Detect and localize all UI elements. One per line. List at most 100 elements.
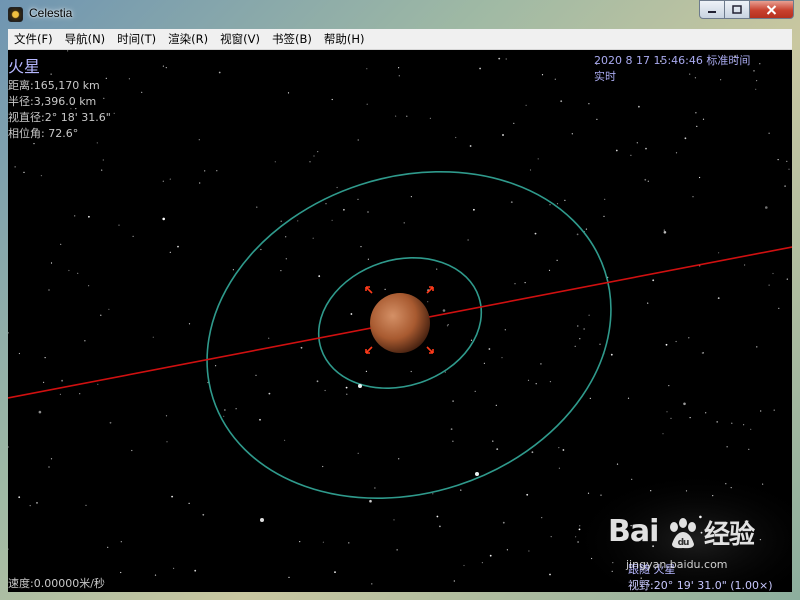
menu-help[interactable]: 帮助(H): [318, 29, 371, 49]
star: [165, 67, 167, 69]
star: [685, 490, 688, 492]
space-viewport[interactable]: 火星 距离:165,170 km 半径:3,396.0 km 视直径:2° 18…: [8, 50, 792, 592]
star: [788, 168, 790, 170]
svg-text:du: du: [678, 538, 689, 548]
star: [725, 483, 727, 485]
star: [450, 428, 453, 430]
star: [357, 452, 359, 454]
star: [74, 215, 76, 217]
star: [14, 166, 16, 168]
star: [525, 104, 527, 106]
star: [84, 340, 86, 342]
minimize-button[interactable]: [699, 0, 725, 19]
star: [460, 489, 462, 491]
star: [198, 139, 200, 141]
star: [636, 142, 638, 144]
star: [285, 258, 287, 260]
radius-text: 半径:3,396.0 km: [8, 95, 97, 108]
celestia-app-icon[interactable]: [8, 7, 23, 22]
star: [588, 103, 590, 105]
celestia-window: Celestia 文件(F) 导航(N) 时间(T) 渲染(R) 视窗(V) 书…: [0, 0, 800, 600]
star: [759, 63, 761, 65]
star: [699, 176, 701, 179]
star: [141, 91, 143, 93]
star: [432, 493, 434, 495]
star: [537, 158, 539, 160]
star: [331, 219, 333, 221]
star: [701, 352, 704, 354]
star: [712, 495, 714, 497]
star: [33, 143, 35, 145]
star: [285, 236, 287, 238]
star: [322, 465, 324, 468]
star: [786, 278, 788, 280]
star: [527, 379, 530, 381]
star: [447, 324, 449, 326]
menu-render[interactable]: 渲染(R): [162, 29, 214, 49]
star: [666, 411, 668, 413]
star: [540, 363, 542, 365]
star: [188, 502, 190, 504]
star: [260, 248, 262, 251]
distance-text: 距离:165,170 km: [8, 79, 100, 92]
star: [645, 147, 647, 150]
star: [374, 487, 376, 489]
star: [169, 251, 171, 253]
star: [384, 288, 386, 290]
star: [297, 220, 299, 222]
mars-planet[interactable]: [370, 293, 430, 353]
space-scene[interactable]: [8, 50, 792, 592]
star: [513, 122, 515, 124]
menu-bookmarks[interactable]: 书签(B): [266, 29, 318, 49]
star: [274, 161, 276, 163]
star: [427, 301, 429, 303]
menu-view[interactable]: 视窗(V): [214, 29, 266, 49]
menu-time[interactable]: 时间(T): [111, 29, 162, 49]
star: [730, 487, 732, 489]
star: [216, 170, 218, 172]
star: [498, 57, 501, 60]
star: [162, 217, 165, 221]
star: [50, 262, 53, 264]
star: [599, 343, 601, 345]
star: [188, 323, 191, 325]
menu-navigation[interactable]: 导航(N): [59, 29, 112, 49]
star: [748, 448, 750, 450]
menu-bar: 文件(F) 导航(N) 时间(T) 渲染(R) 视窗(V) 书签(B) 帮助(H…: [8, 29, 792, 50]
title-bar[interactable]: Celestia: [0, 0, 800, 29]
menu-file[interactable]: 文件(F): [8, 29, 59, 49]
star: [309, 161, 311, 163]
star: [40, 175, 43, 177]
star: [44, 357, 46, 359]
moon-dot[interactable]: [475, 472, 479, 476]
star: [324, 389, 326, 392]
star: [705, 412, 707, 414]
star: [366, 68, 368, 70]
star: [528, 550, 530, 552]
star: [61, 379, 63, 382]
star: [670, 417, 672, 419]
star: [446, 325, 449, 327]
star: [113, 112, 115, 114]
star: [202, 513, 205, 516]
star: [717, 297, 720, 299]
moon-dot[interactable]: [358, 384, 362, 388]
star: [473, 208, 475, 211]
star: [455, 136, 457, 139]
star: [85, 504, 87, 506]
star: [768, 284, 770, 286]
minimize-icon: [708, 10, 716, 13]
star: [131, 449, 133, 452]
star: [560, 100, 563, 103]
star: [579, 525, 581, 527]
maximize-button[interactable]: [725, 0, 750, 19]
close-button[interactable]: [750, 0, 794, 19]
star: [463, 564, 465, 567]
star: [171, 495, 174, 498]
star: [218, 71, 221, 74]
star: [750, 428, 752, 430]
star: [765, 206, 768, 209]
star: [688, 337, 690, 339]
star: [68, 269, 70, 272]
star: [524, 282, 526, 284]
